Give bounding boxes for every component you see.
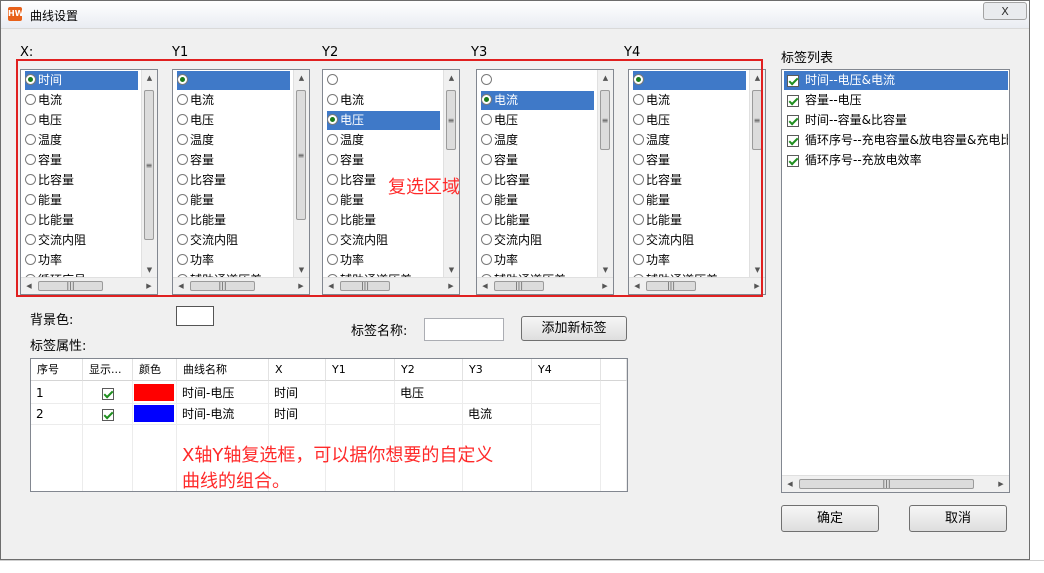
table-cell[interactable] bbox=[326, 383, 395, 404]
background-app-strip bbox=[1030, 0, 1044, 573]
axis-label-1: Y1 bbox=[172, 45, 189, 60]
column-header[interactable]: Y4 bbox=[532, 359, 601, 381]
tip-annotation-line1: X轴Y轴复选框，可以据你想要的自定义 bbox=[182, 445, 494, 466]
grid-line bbox=[600, 381, 601, 491]
checkbox-checked-icon[interactable] bbox=[101, 387, 114, 400]
axis-label-0: X: bbox=[20, 45, 34, 60]
axis-label-3: Y3 bbox=[471, 45, 488, 60]
tag-props-label: 标签属性: bbox=[30, 339, 87, 354]
scroll-right-icon[interactable]: ▶ bbox=[993, 476, 1009, 492]
tag-list-item[interactable]: 循环序号--充放电效率 bbox=[784, 151, 1008, 170]
grid-line bbox=[394, 381, 395, 491]
column-header[interactable]: 序号 bbox=[31, 359, 83, 381]
tag-label: 容量--电压 bbox=[805, 93, 862, 107]
tag-label: 时间--容量&比容量 bbox=[805, 113, 908, 127]
tag-name-label: 标签名称: bbox=[351, 324, 408, 339]
column-header[interactable]: 显示... bbox=[83, 359, 133, 381]
tag-list-title: 标签列表 bbox=[781, 51, 834, 66]
column-header[interactable]: Y2 bbox=[395, 359, 463, 381]
table-cell[interactable]: 时间-电压 bbox=[177, 383, 269, 404]
grid-line bbox=[462, 381, 463, 491]
table-cell[interactable]: 时间 bbox=[269, 404, 326, 425]
tag-list-item[interactable]: 时间--容量&比容量 bbox=[784, 111, 1008, 130]
table-cell[interactable] bbox=[133, 404, 177, 425]
curve-settings-window: HW 曲线设置 X X:时间电流电压温度容量比容量能量比能量交流内阻功率循环序号… bbox=[0, 0, 1030, 560]
tag-properties-table: 序号 显示... 颜色 曲线名称 X Y1 Y2 Y3 Y4 1 时间-电压 时间 电压 2 时间-电流 时间… bbox=[30, 358, 628, 492]
tag-list-item[interactable]: 容量--电压 bbox=[784, 91, 1008, 110]
tag-label: 循环序号--充电容量&放电容量&充电比 bbox=[805, 133, 1008, 147]
table-cell[interactable]: 时间 bbox=[269, 383, 326, 404]
checkbox-checked-icon[interactable] bbox=[787, 74, 799, 87]
column-header[interactable]: Y1 bbox=[326, 359, 395, 381]
app-icon: HW bbox=[8, 7, 24, 21]
scroll-left-icon[interactable]: ◀ bbox=[782, 476, 798, 492]
table-cell[interactable] bbox=[532, 404, 601, 425]
grid-line bbox=[325, 381, 326, 491]
column-header[interactable]: 曲线名称 bbox=[177, 359, 269, 381]
checkbox-checked-icon[interactable] bbox=[787, 134, 799, 147]
window-title: 曲线设置 bbox=[30, 9, 79, 23]
table-cell[interactable] bbox=[83, 383, 133, 404]
table-cell[interactable] bbox=[532, 383, 601, 404]
tag-name-input[interactable] bbox=[424, 318, 504, 341]
tag-label: 循环序号--充放电效率 bbox=[805, 153, 922, 167]
tag-label: 时间--电压&电流 bbox=[805, 73, 896, 87]
bg-color-label: 背景色: bbox=[30, 313, 74, 328]
column-header[interactable]: X bbox=[269, 359, 326, 381]
table-cell[interactable]: 2 bbox=[31, 404, 83, 425]
cancel-button[interactable]: 取消 bbox=[909, 505, 1007, 532]
close-button[interactable]: X bbox=[983, 2, 1027, 20]
table-cell[interactable] bbox=[463, 383, 532, 404]
table-cell[interactable] bbox=[83, 404, 133, 425]
checkbox-checked-icon[interactable] bbox=[787, 154, 799, 167]
checkbox-checked-icon[interactable] bbox=[787, 94, 799, 107]
grid-line bbox=[176, 381, 177, 491]
axis-label-2: Y2 bbox=[322, 45, 339, 60]
ok-button[interactable]: 确定 bbox=[781, 505, 879, 532]
column-header-filler bbox=[601, 359, 627, 381]
grid-line bbox=[82, 381, 83, 491]
grid-line bbox=[531, 381, 532, 491]
background-app-bottom bbox=[0, 560, 1044, 573]
curve-color-swatch[interactable] bbox=[134, 384, 174, 401]
grid-line bbox=[132, 381, 133, 491]
add-tag-button[interactable]: 添加新标签 bbox=[521, 316, 627, 341]
tip-annotation-line2: 曲线的组合。 bbox=[182, 471, 290, 492]
table-cell[interactable]: 1 bbox=[31, 383, 83, 404]
axis-label-4: Y4 bbox=[624, 45, 641, 60]
table-cell[interactable]: 电流 bbox=[463, 404, 532, 425]
grid-line bbox=[626, 381, 627, 491]
checkbox-checked-icon[interactable] bbox=[787, 114, 799, 127]
column-header[interactable]: 颜色 bbox=[133, 359, 177, 381]
multi-select-annotation: 复选区域 bbox=[388, 177, 460, 198]
tag-list-item[interactable]: 循环序号--充电容量&放电容量&充电比 bbox=[784, 131, 1008, 150]
title-bar: HW 曲线设置 X bbox=[1, 1, 1029, 29]
table-cell[interactable]: 电压 bbox=[395, 383, 463, 404]
tag-list-item[interactable]: 时间--电压&电流 bbox=[784, 71, 1008, 90]
table-cell[interactable] bbox=[326, 404, 395, 425]
table-cell[interactable] bbox=[395, 404, 463, 425]
bg-color-picker[interactable] bbox=[176, 306, 214, 326]
tag-list-hscrollbar[interactable]: ◀ ||| ▶ bbox=[782, 475, 1009, 492]
table-cell[interactable]: 时间-电流 bbox=[177, 404, 269, 425]
curve-color-swatch[interactable] bbox=[134, 405, 174, 422]
checkbox-checked-icon[interactable] bbox=[101, 408, 114, 421]
tag-list: ◀ ||| ▶ 时间--电压&电流 容量--电压 时间--容量&比容量 循环序号--充… bbox=[781, 69, 1010, 493]
scroll-thumb[interactable]: ||| bbox=[799, 479, 974, 489]
column-header[interactable]: Y3 bbox=[463, 359, 532, 381]
table-cell[interactable] bbox=[133, 383, 177, 404]
